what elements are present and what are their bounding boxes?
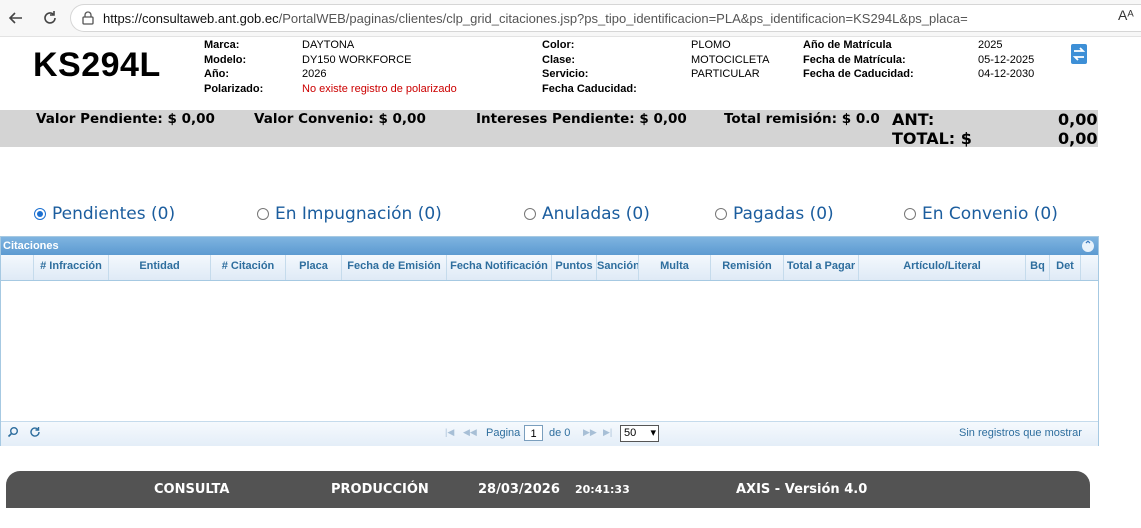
total-remision: Total remisión: $ 0.0	[724, 111, 880, 127]
col-fecha-emision[interactable]: Fecha de Emisión	[342, 255, 447, 280]
site-info-icon[interactable]	[81, 11, 95, 30]
col-bq[interactable]: Bq	[1026, 255, 1050, 280]
col-remision[interactable]: Remisión	[711, 255, 784, 280]
fecha-matricula-value: 05-12-2025	[978, 53, 1035, 66]
col-total[interactable]: Total a Pagar	[784, 255, 859, 280]
modelo-value: DY150 WORKFORCE	[302, 53, 412, 66]
filter-anuladas[interactable]: Anuladas (0)	[524, 204, 650, 224]
radio-pendientes[interactable]	[34, 208, 46, 220]
filter-pendientes[interactable]: Pendientes (0)	[34, 204, 175, 224]
col-articulo[interactable]: Artículo/Literal	[859, 255, 1026, 280]
vehicle-labels-col1: Marca: Modelo: Año: Polarizado:	[204, 39, 264, 95]
radio-impugnacion[interactable]	[257, 208, 269, 220]
servicio-value: PARTICULAR	[691, 68, 760, 81]
total-value: 0,00	[1058, 129, 1098, 148]
page-label: Pagina	[486, 427, 521, 439]
radio-anuladas[interactable]	[524, 208, 536, 220]
citaciones-grid: Citaciones ⌃ # Infracción Entidad # Cita…	[0, 236, 1099, 446]
grid-pager: |◀ ◀◀ Pagina 1 de 0 ▶▶ ▶| 50 Sin registr…	[1, 421, 1098, 446]
back-arrow-icon[interactable]	[4, 6, 28, 30]
filter-pagadas[interactable]: Pagadas (0)	[715, 204, 834, 224]
grid-header: # Infracción Entidad # Citación Placa Fe…	[1, 255, 1098, 281]
col-infraccion[interactable]: # Infracción	[34, 255, 109, 280]
color-value: PLOMO	[691, 39, 731, 51]
browser-toolbar: https://consultaweb.ant.gob.ec/PortalWEB…	[0, 0, 1141, 37]
valor-convenio: Valor Convenio: $ 0,00	[254, 111, 426, 127]
first-page-icon[interactable]: |◀	[445, 427, 454, 438]
col-sancion[interactable]: Sanción	[597, 255, 639, 280]
anio-matricula-value: 2025	[978, 39, 1003, 51]
clase-value: MOTOCICLETA	[691, 53, 770, 66]
col-rownum	[1, 255, 34, 280]
col-fecha-notificacion[interactable]: Fecha Notificación	[447, 255, 552, 280]
last-page-icon[interactable]: ▶|	[603, 427, 612, 438]
col-placa[interactable]: Placa	[286, 255, 342, 280]
vehicle-values-col1: DAYTONA DY150 WORKFORCE 2026 No existe r…	[302, 38, 457, 96]
fecha-caducidad-matricula-value: 04-12-2030	[978, 68, 1035, 81]
filter-impugnacion[interactable]: En Impugnación (0)	[257, 204, 442, 224]
col-citacion[interactable]: # Citación	[211, 255, 286, 280]
intereses-pendiente: Intereses Pendiente: $ 0,00	[476, 111, 687, 127]
swap-arrows-icon[interactable]	[1070, 43, 1088, 65]
polarizado-value: No existe registro de polarizado	[302, 82, 457, 95]
reload-icon[interactable]	[38, 6, 62, 30]
radio-convenio[interactable]	[904, 208, 916, 220]
status-footer: CONSULTA PRODUCCIÓN 28/03/2026 20:41:33 …	[6, 471, 1090, 508]
search-icon[interactable]	[7, 426, 19, 441]
valor-pendiente: Valor Pendiente: $ 0,00	[36, 111, 215, 127]
filter-convenio[interactable]: En Convenio (0)	[904, 204, 1058, 224]
radio-pagadas[interactable]	[715, 208, 727, 220]
url-text: https://consultaweb.ant.gob.ec/PortalWEB…	[103, 11, 968, 26]
col-multa[interactable]: Multa	[639, 255, 711, 280]
next-page-icon[interactable]: ▶▶	[583, 427, 597, 438]
col-entidad[interactable]: Entidad	[109, 255, 211, 280]
footer-time: 20:41:33	[575, 483, 630, 496]
footer-mode: CONSULTA	[154, 482, 230, 497]
footer-environment: PRODUCCIÓN	[331, 482, 429, 497]
vehicle-values-col2: PLOMO MOTOCICLETA PARTICULAR	[691, 38, 769, 82]
footer-version: AXIS - Versión 4.0	[736, 482, 868, 497]
vehicle-labels-col2: Color: Clase: Servicio: Fecha Caducidad:	[542, 39, 637, 95]
marca-value: DAYTONA	[302, 39, 355, 51]
collapse-icon[interactable]: ⌃	[1082, 240, 1094, 252]
col-det[interactable]: Det	[1050, 255, 1081, 280]
prev-page-icon[interactable]: ◀◀	[463, 427, 477, 438]
ant-label: ANT:	[892, 110, 935, 129]
ant-value: 0,00	[1058, 110, 1098, 129]
empty-records-text: Sin registros que mostrar	[959, 427, 1082, 439]
reader-mode-icon[interactable]: Aᴬ	[1118, 7, 1134, 23]
page-size-select[interactable]: 50	[620, 425, 659, 442]
total-label: TOTAL: $	[892, 129, 972, 148]
vehicle-values-col3: 2025 05-12-2025 04-12-2030	[978, 38, 1034, 82]
anio-value: 2026	[302, 68, 327, 81]
refresh-icon[interactable]	[29, 426, 41, 441]
footer-date: 28/03/2026	[478, 482, 560, 497]
vehicle-labels-col3: Año de Matrícula Fecha de Matrícula: Fec…	[803, 39, 914, 81]
page-of-label: de 0	[549, 427, 571, 439]
address-bar[interactable]: https://consultaweb.ant.gob.ec/PortalWEB…	[70, 4, 1141, 32]
plate-number: KS294L	[33, 46, 161, 84]
col-puntos[interactable]: Puntos	[552, 255, 597, 280]
page-input[interactable]: 1	[524, 425, 543, 441]
grid-title: Citaciones ⌃	[1, 237, 1098, 255]
